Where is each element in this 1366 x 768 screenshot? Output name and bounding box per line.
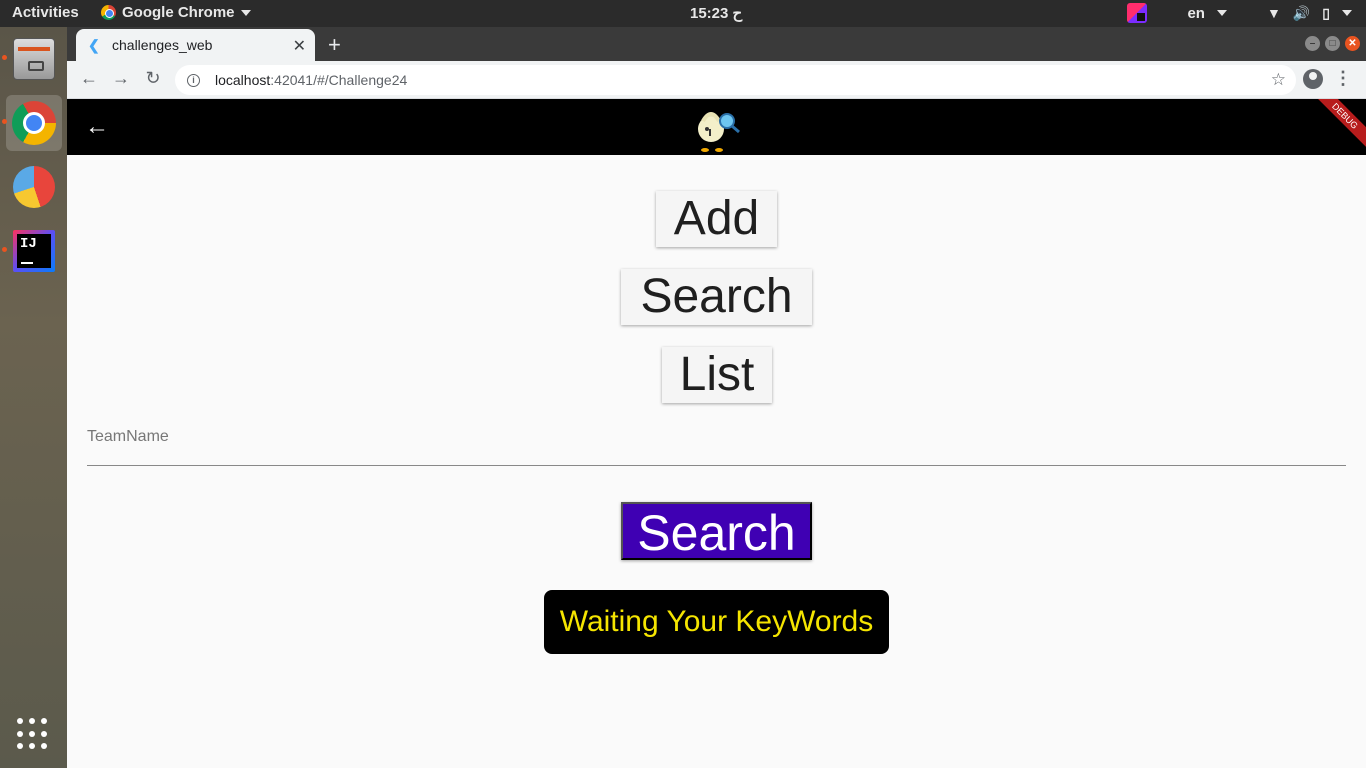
clock[interactable]: 15:23 ح: [690, 4, 742, 22]
browser-toolbar: ← → ↻ i localhost:42041/#/Challenge24 ☆ …: [67, 61, 1366, 99]
disk-usage-icon: [13, 166, 55, 208]
list-button[interactable]: List: [662, 347, 772, 403]
forward-arrow-icon[interactable]: →: [109, 68, 133, 89]
chevron-down-icon: [240, 9, 251, 16]
debug-banner: DEBUG: [1301, 99, 1366, 155]
reload-icon[interactable]: ↻: [141, 68, 165, 89]
dock-disk-usage[interactable]: [6, 159, 62, 215]
dock-files[interactable]: [2, 31, 62, 87]
chrome-icon: [101, 5, 116, 20]
app-content: Add Search List TeamName Search Waiting …: [67, 155, 1366, 768]
tab-strip: ❮ challenges_web ✕ + – □ ✕: [67, 27, 1366, 61]
minimize-icon[interactable]: –: [1305, 36, 1320, 51]
url-path: :42041/#/Challenge24: [270, 72, 408, 88]
profile-avatar-icon[interactable]: [1303, 69, 1323, 89]
chrome-icon: [12, 101, 56, 145]
app-menu-label: Google Chrome: [122, 4, 235, 21]
volume-icon: 🔊: [1292, 4, 1311, 21]
app-bar: ← DEBUG: [67, 99, 1366, 155]
show-applications-icon[interactable]: [17, 718, 49, 750]
tab-challenges-web[interactable]: ❮ challenges_web ✕: [76, 29, 315, 61]
team-name-label: TeamName: [87, 428, 169, 445]
dock: IJ: [0, 27, 67, 768]
chevron-down-icon: [1342, 10, 1352, 16]
menu-kebab-icon[interactable]: ⋮: [1334, 69, 1352, 87]
new-tab-icon[interactable]: +: [328, 32, 341, 58]
back-arrow-icon[interactable]: ←: [85, 113, 109, 141]
bookmark-star-icon[interactable]: ☆: [1271, 70, 1286, 90]
activities-button[interactable]: Activities: [12, 4, 79, 21]
running-indicator: [2, 55, 7, 60]
status-message: Waiting Your KeyWords: [544, 590, 889, 654]
window-controls: – □ ✕: [1305, 36, 1360, 51]
team-name-input[interactable]: [87, 465, 1346, 466]
chevron-down-icon: [1216, 10, 1227, 16]
running-indicator: [2, 119, 7, 124]
address-bar[interactable]: i localhost:42041/#/Challenge24 ☆: [175, 65, 1296, 95]
app-indicator-icon[interactable]: [1127, 3, 1148, 23]
flutter-icon: ❮: [88, 37, 100, 53]
dock-intellij[interactable]: IJ: [2, 223, 62, 279]
intellij-icon: IJ: [13, 230, 55, 272]
running-indicator: [2, 247, 7, 252]
back-arrow-icon[interactable]: ←: [77, 68, 101, 89]
close-window-icon[interactable]: ✕: [1345, 36, 1360, 51]
tab-title: challenges_web: [112, 37, 213, 53]
files-icon: [13, 38, 55, 80]
system-tray[interactable]: en ▼ 🔊 ▯: [1127, 3, 1352, 23]
close-tab-icon[interactable]: ✕: [293, 36, 306, 56]
site-info-icon[interactable]: i: [187, 73, 200, 87]
url-host: localhost: [215, 72, 271, 88]
dock-chrome[interactable]: [2, 95, 62, 151]
search-nav-button[interactable]: Search: [621, 269, 812, 325]
maximize-icon[interactable]: □: [1325, 36, 1340, 51]
battery-icon: ▯: [1322, 4, 1330, 21]
app-logo: [698, 112, 740, 152]
system-top-bar: Activities Google Chrome 15:23 ح en ▼ 🔊 …: [0, 0, 1366, 27]
app-menu[interactable]: Google Chrome: [101, 4, 251, 21]
browser-window: ❮ challenges_web ✕ + – □ ✕ ← → ↻ i local…: [67, 27, 1366, 768]
add-button[interactable]: Add: [656, 191, 777, 247]
wifi-icon: ▼: [1266, 5, 1281, 21]
search-button[interactable]: Search: [621, 502, 812, 561]
language-indicator[interactable]: en: [1187, 5, 1205, 22]
